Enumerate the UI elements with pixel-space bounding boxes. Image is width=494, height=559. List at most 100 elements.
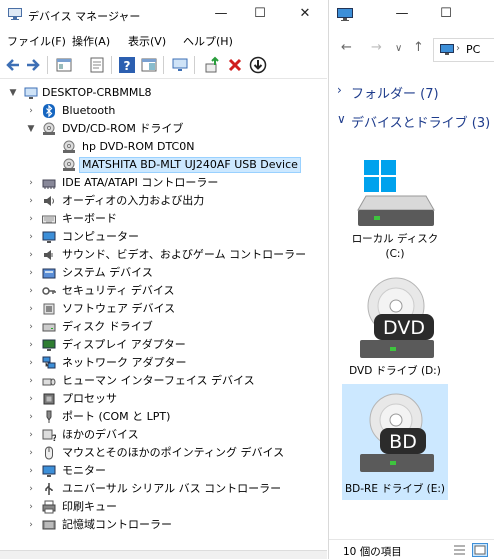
drive-local-disk-c[interactable]: ローカル ディスク (C:): [342, 152, 448, 262]
update-driver-icon[interactable]: [203, 56, 221, 74]
collapsed-chevron-icon[interactable]: ›: [26, 231, 36, 243]
expanded-chevron-icon[interactable]: ▼: [8, 87, 18, 99]
maximize-button[interactable]: ☐: [433, 4, 459, 24]
tree-item-security-devices[interactable]: › セキュリティ デバイス: [0, 282, 327, 300]
menu-help[interactable]: ヘルプ(H): [183, 33, 233, 49]
monitor-scan-icon[interactable]: [171, 56, 189, 74]
storage-controller-icon: [42, 520, 56, 530]
tree-item-processors[interactable]: › プロセッサ: [0, 390, 327, 408]
minimize-button[interactable]: —: [208, 4, 234, 24]
recent-dropdown-icon[interactable]: ∨: [395, 43, 402, 54]
collapsed-chevron-icon[interactable]: ›: [26, 411, 36, 423]
collapsed-chevron-icon[interactable]: ›: [26, 357, 36, 369]
tree-item-dvd-cdrom[interactable]: ▼ DVD/CD-ROM ドライブ: [0, 120, 327, 138]
tree-item-label: 記憶域コントローラー: [62, 518, 172, 531]
tree-item-other-devices[interactable]: › ? ほかのデバイス: [0, 426, 327, 444]
display-adapter-icon: [42, 339, 56, 351]
expanded-chevron-icon[interactable]: ▼: [26, 123, 36, 135]
collapsed-chevron-icon[interactable]: ›: [26, 177, 36, 189]
menu-action[interactable]: 操作(A): [72, 33, 110, 49]
tree-item-print-queues[interactable]: › 印刷キュー: [0, 498, 327, 516]
menu-file[interactable]: ファイル(F): [7, 33, 66, 49]
large-icons-view-icon[interactable]: [472, 543, 488, 557]
tree-item-storage-controllers[interactable]: › 記憶域コントローラー: [0, 516, 327, 534]
back-arrow-icon[interactable]: [4, 56, 22, 74]
tree-item-disk-drives[interactable]: › ディスク ドライブ: [0, 318, 327, 336]
tree-item-ide-ata[interactable]: › IDE ATA/ATAPI コントローラー: [0, 174, 327, 192]
expanded-chevron-icon[interactable]: ∨: [337, 112, 346, 126]
tree-item-label: ディスク ドライブ: [62, 320, 153, 333]
tree-item-system-devices[interactable]: › システム デバイス: [0, 264, 327, 282]
download-disable-icon[interactable]: [249, 56, 267, 74]
tree-item-mice[interactable]: › マウスとそのほかのポインティング デバイス: [0, 444, 327, 462]
tree-item-usb-controllers[interactable]: › ユニバーサル シリアル バス コントローラー: [0, 480, 327, 498]
collapsed-chevron-icon[interactable]: ›: [26, 249, 36, 261]
explorer-title-bar[interactable]: — ☐: [329, 0, 494, 30]
menu-bar: ファイル(F) 操作(A) 表示(V) ヘルプ(H): [0, 30, 327, 50]
dvd-drive-icon: DVD: [360, 277, 434, 358]
tree-item-label: ヒューマン インターフェイス デバイス: [62, 374, 255, 387]
maximize-button[interactable]: ☐: [247, 4, 273, 24]
breadcrumb-chevron-icon[interactable]: ›: [456, 43, 460, 54]
sound-icon: [44, 250, 53, 260]
collapsed-chevron-icon[interactable]: ›: [26, 393, 36, 405]
device-manager-title-bar[interactable]: デバイス マネージャー — ☐ ✕: [0, 0, 327, 30]
tree-item-label: モニター: [62, 464, 106, 477]
close-button[interactable]: ✕: [292, 4, 318, 24]
tree-item-software-devices[interactable]: › ソフトウェア デバイス: [0, 300, 327, 318]
tree-item-matshita-bd[interactable]: MATSHITA BD-MLT UJ240AF USB Device: [0, 156, 327, 174]
group-folders[interactable]: › フォルダー (7): [329, 80, 494, 102]
collapsed-chevron-icon[interactable]: ›: [26, 429, 36, 441]
tree-item-ports[interactable]: › ポート (COM と LPT): [0, 408, 327, 426]
software-icon: [43, 303, 55, 315]
tree-item-sound-video[interactable]: › サウンド、ビデオ、およびゲーム コントローラー: [0, 246, 327, 264]
drive-bd-re-e[interactable]: BD BD-RE ドライブ (E:): [342, 384, 448, 500]
tree-item-keyboard[interactable]: › キーボード: [0, 210, 327, 228]
address-bar[interactable]: › PC: [433, 38, 494, 62]
tree-item-audio-io[interactable]: › オーディオの入力および出力: [0, 192, 327, 210]
tree-item-hp-dvd-rom[interactable]: hp DVD-ROM DTC0N: [0, 138, 327, 156]
forward-arrow-icon[interactable]: [24, 56, 42, 74]
minimize-button[interactable]: —: [389, 4, 415, 24]
tree-item-bluetooth[interactable]: › Bluetooth: [0, 102, 327, 120]
forward-icon[interactable]: →: [371, 40, 382, 55]
view-pane-icon[interactable]: [140, 56, 158, 74]
collapsed-chevron-icon[interactable]: ›: [26, 303, 36, 315]
collapsed-chevron-icon[interactable]: ›: [26, 213, 36, 225]
tree-item-label: ポート (COM と LPT): [62, 410, 171, 423]
collapsed-chevron-icon[interactable]: ›: [26, 285, 36, 297]
collapsed-chevron-icon[interactable]: ›: [337, 83, 342, 97]
tree-item-label: ネットワーク アダプター: [62, 356, 187, 369]
collapsed-chevron-icon[interactable]: ›: [26, 501, 36, 513]
collapsed-chevron-icon[interactable]: ›: [26, 195, 36, 207]
properties-window-icon[interactable]: [55, 56, 73, 74]
tree-item-label: Bluetooth: [62, 104, 116, 117]
details-view-icon[interactable]: [453, 544, 466, 556]
tree-root[interactable]: ▼ DESKTOP-CRBMML8: [0, 84, 327, 102]
collapsed-chevron-icon[interactable]: ›: [26, 105, 36, 117]
drive-label: ローカル ディスク: [351, 233, 439, 245]
tree-item-hid[interactable]: › ヒューマン インターフェイス デバイス: [0, 372, 327, 390]
tree-item-display-adapters[interactable]: › ディスプレイ アダプター: [0, 336, 327, 354]
uninstall-x-icon[interactable]: [226, 56, 244, 74]
group-devices-drives[interactable]: ∨ デバイスとドライブ (3): [329, 109, 494, 131]
document-icon[interactable]: [88, 56, 106, 74]
collapsed-chevron-icon[interactable]: ›: [26, 447, 36, 459]
collapsed-chevron-icon[interactable]: ›: [26, 267, 36, 279]
collapsed-chevron-icon[interactable]: ›: [26, 339, 36, 351]
optical-drive-icon: [63, 158, 75, 171]
menu-view[interactable]: 表示(V): [128, 33, 166, 49]
collapsed-chevron-icon[interactable]: ›: [26, 519, 36, 531]
help-icon[interactable]: ?: [118, 56, 136, 74]
tree-item-monitors[interactable]: › モニター: [0, 462, 327, 480]
collapsed-chevron-icon[interactable]: ›: [26, 321, 36, 333]
collapsed-chevron-icon[interactable]: ›: [26, 375, 36, 387]
collapsed-chevron-icon[interactable]: ›: [26, 483, 36, 495]
svg-text:?: ?: [52, 434, 56, 442]
tree-item-computer[interactable]: › コンピューター: [0, 228, 327, 246]
up-arrow-icon[interactable]: ↑: [413, 40, 424, 55]
collapsed-chevron-icon[interactable]: ›: [26, 465, 36, 477]
back-icon[interactable]: ←: [341, 40, 352, 55]
tree-item-network-adapters[interactable]: › ネットワーク アダプター: [0, 354, 327, 372]
drive-dvd-d[interactable]: DVD DVD ドライブ (D:): [342, 272, 448, 382]
